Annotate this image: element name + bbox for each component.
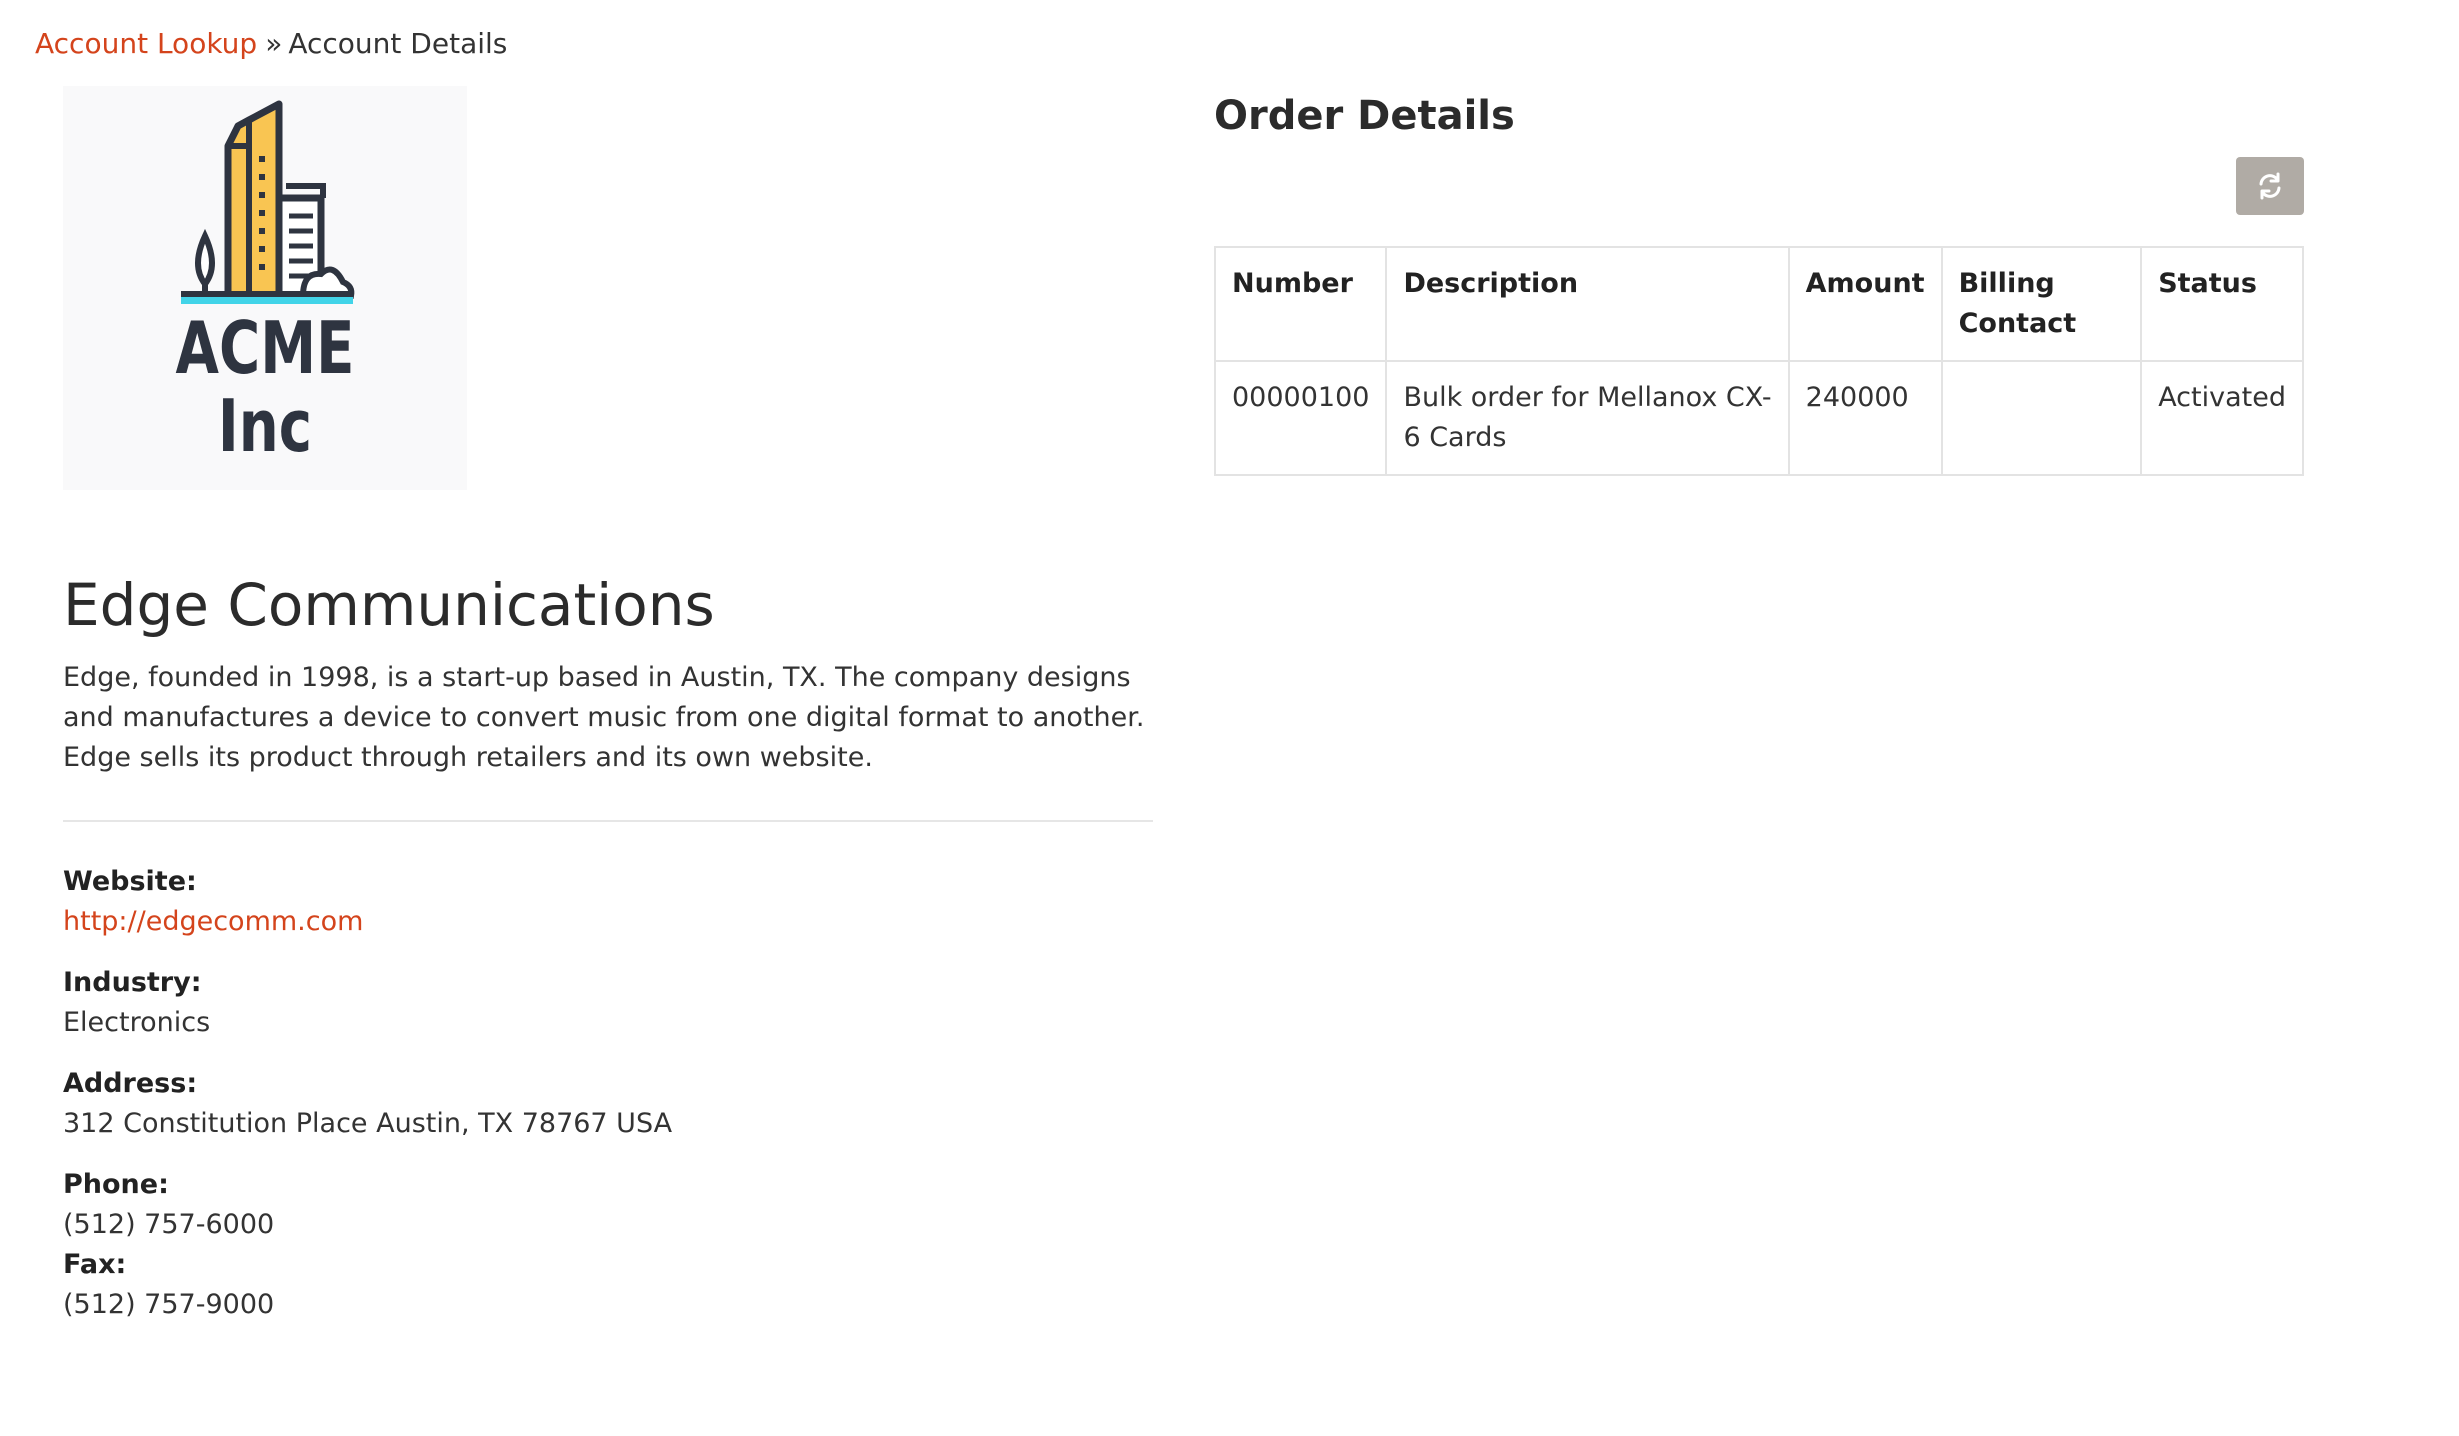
divider <box>63 820 1153 822</box>
industry-value: Electronics <box>63 1007 211 1038</box>
refresh-icon <box>2259 172 2281 200</box>
cell-billing-contact <box>1940 360 2143 476</box>
account-name: Edge Communications <box>63 571 715 639</box>
website-label: Website: <box>63 866 197 897</box>
cell-amount: 240000 <box>1787 360 1943 476</box>
address-value: 312 Constitution Place Austin, TX 78767 … <box>63 1108 673 1139</box>
column-header-billing-contact: Billing Contact <box>1940 246 2143 362</box>
cell-status: Activated <box>2140 360 2304 476</box>
breadcrumb: Account Lookup» Account Details <box>35 24 507 64</box>
breadcrumb-account-lookup-link[interactable]: Account Lookup <box>35 27 257 60</box>
fax-label: Fax: <box>63 1249 127 1280</box>
column-header-description: Description <box>1385 246 1790 362</box>
fax-group: Fax: (512) 757-9000 <box>63 1245 672 1325</box>
industry-label: Industry: <box>63 967 202 998</box>
table-header-row: Number Description Amount Billing Contac… <box>1213 246 2304 362</box>
breadcrumb-separator: » <box>265 27 283 60</box>
refresh-button[interactable] <box>2236 157 2304 215</box>
cell-number: 00000100 <box>1213 360 1388 476</box>
account-description: Edge, founded in 1998, is a start-up bas… <box>63 662 1145 773</box>
logo-text-line1: ACME <box>175 306 355 390</box>
website-link[interactable]: http://edgecomm.com <box>63 906 363 937</box>
order-details-title: Order Details <box>1214 93 1515 139</box>
column-header-status: Status <box>2140 246 2304 362</box>
cell-description: Bulk order for Mellanox CX-6 Cards <box>1385 360 1790 476</box>
orders-table: Number Description Amount Billing Contac… <box>1213 246 2304 476</box>
phone-label: Phone: <box>63 1169 169 1200</box>
phone-value: (512) 757-6000 <box>63 1209 275 1240</box>
phone-group: Phone: (512) 757-6000 <box>63 1165 672 1245</box>
breadcrumb-current: Account Details <box>288 27 508 60</box>
logo-text-line2: Inc <box>217 384 313 468</box>
company-logo: ACME Inc <box>63 86 467 490</box>
address-label: Address: <box>63 1068 198 1099</box>
fax-value: (512) 757-9000 <box>63 1289 275 1320</box>
account-details: Website: http://edgecomm.com Industry: E… <box>63 862 672 1325</box>
industry-group: Industry: Electronics <box>63 963 672 1043</box>
website-group: Website: http://edgecomm.com <box>63 862 672 942</box>
column-header-amount: Amount <box>1787 246 1943 362</box>
column-header-number: Number <box>1213 246 1388 362</box>
table-row: 00000100 Bulk order for Mellanox CX-6 Ca… <box>1213 360 2304 476</box>
address-group: Address: 312 Constitution Place Austin, … <box>63 1064 672 1144</box>
